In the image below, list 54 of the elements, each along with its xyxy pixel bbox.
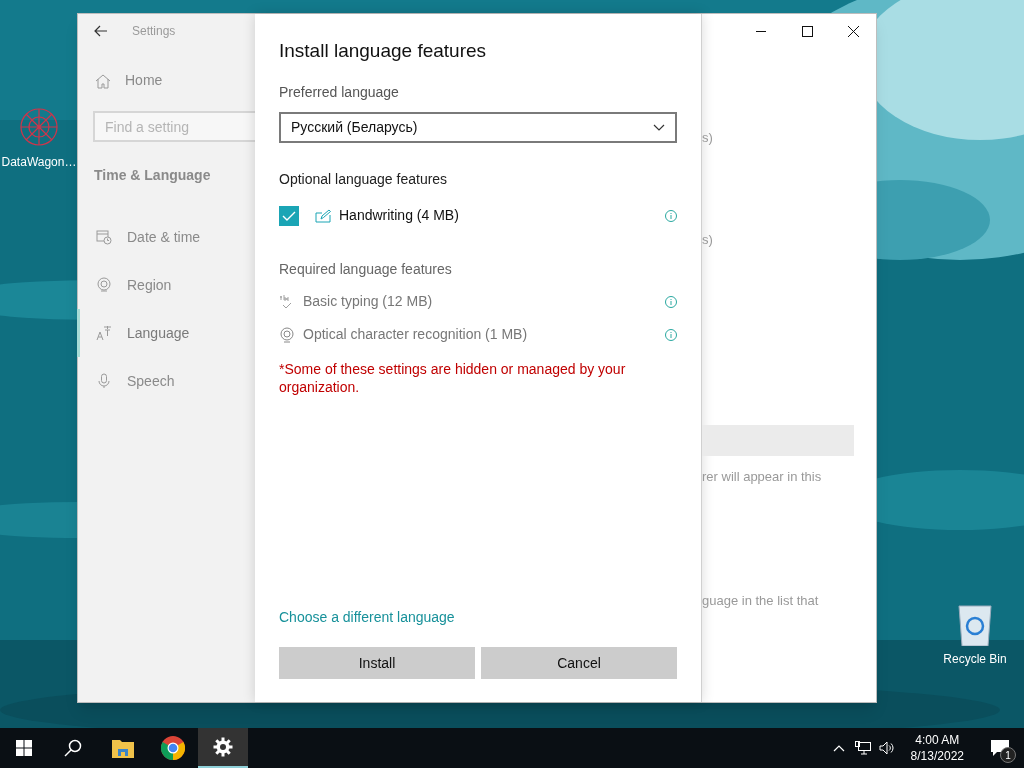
sidebar-item[interactable]: Date & time: [77, 213, 255, 261]
section-heading: Required language features: [279, 259, 453, 279]
search-icon: [64, 739, 82, 757]
checkmark-icon: [282, 210, 296, 221]
feature-label: Handwriting (4 MB): [339, 206, 460, 225]
taskbar-app[interactable]: [198, 728, 248, 768]
camera-icon: [279, 326, 295, 343]
dialog-title: Install language features: [279, 39, 488, 63]
checkbox[interactable]: [279, 205, 299, 226]
chevron-up-icon[interactable]: [832, 744, 845, 752]
background-text: s): [702, 130, 714, 146]
background-text: rer will appear in this: [702, 469, 823, 485]
back-arrow-icon[interactable]: [94, 25, 108, 37]
cancel-button[interactable]: Cancel: [481, 647, 677, 679]
sidebar-item[interactable]: Speech: [77, 357, 255, 405]
sidebar-item[interactable]: Region: [77, 261, 255, 309]
home-icon: [95, 72, 111, 89]
desktop-icon-label[interactable]: Recycle Bin: [943, 650, 1007, 668]
field-label: Preferred language: [279, 82, 400, 102]
windows-logo-icon: [16, 740, 32, 756]
calendar-clock-icon: [96, 229, 112, 245]
globe-icon: [96, 277, 112, 293]
settings-icon: [213, 737, 233, 757]
clock[interactable]: 4:00 AM 8/13/2022: [906, 732, 968, 764]
choose-language-link[interactable]: Choose a different language: [279, 607, 677, 628]
notification-badge: 1: [1000, 747, 1016, 763]
microphone-icon: [96, 373, 112, 389]
background-text: guage in the list that: [702, 593, 820, 609]
browser-icon: [161, 736, 185, 760]
home-link[interactable]: Home: [125, 70, 163, 91]
recycle-bin-icon[interactable]: [955, 602, 995, 646]
maximize-icon: [801, 25, 813, 37]
desktop-icon-label[interactable]: DataWagon…: [1, 153, 77, 171]
search-field[interactable]: Find a setting: [93, 111, 255, 142]
background-text: s): [702, 232, 714, 248]
section-heading: Time & Language: [94, 166, 212, 185]
speaker-icon[interactable]: [878, 741, 895, 755]
chevron-down-icon: [653, 123, 665, 131]
language-icon: [96, 325, 112, 341]
install-button[interactable]: Install: [279, 647, 475, 679]
policy-notice: *Some of these settings are hidden or managed by your organization.: [279, 359, 627, 396]
info-icon[interactable]: [665, 295, 677, 308]
language-dropdown[interactable]: Русский (Беларусь): [279, 111, 677, 143]
info-icon[interactable]: [665, 328, 677, 341]
minimize-icon: [756, 30, 766, 32]
info-icon[interactable]: [665, 209, 677, 222]
feature-label: Optical character recognition (1 MB): [303, 325, 529, 344]
window-title: Settings: [132, 23, 176, 40]
close-icon: [847, 25, 859, 37]
network-icon[interactable]: [854, 741, 871, 755]
section-heading: Optional language features: [279, 169, 449, 189]
pen-icon: [315, 208, 331, 223]
folder-icon: [112, 738, 134, 758]
feature-label: Basic typing (12 MB): [303, 292, 434, 311]
